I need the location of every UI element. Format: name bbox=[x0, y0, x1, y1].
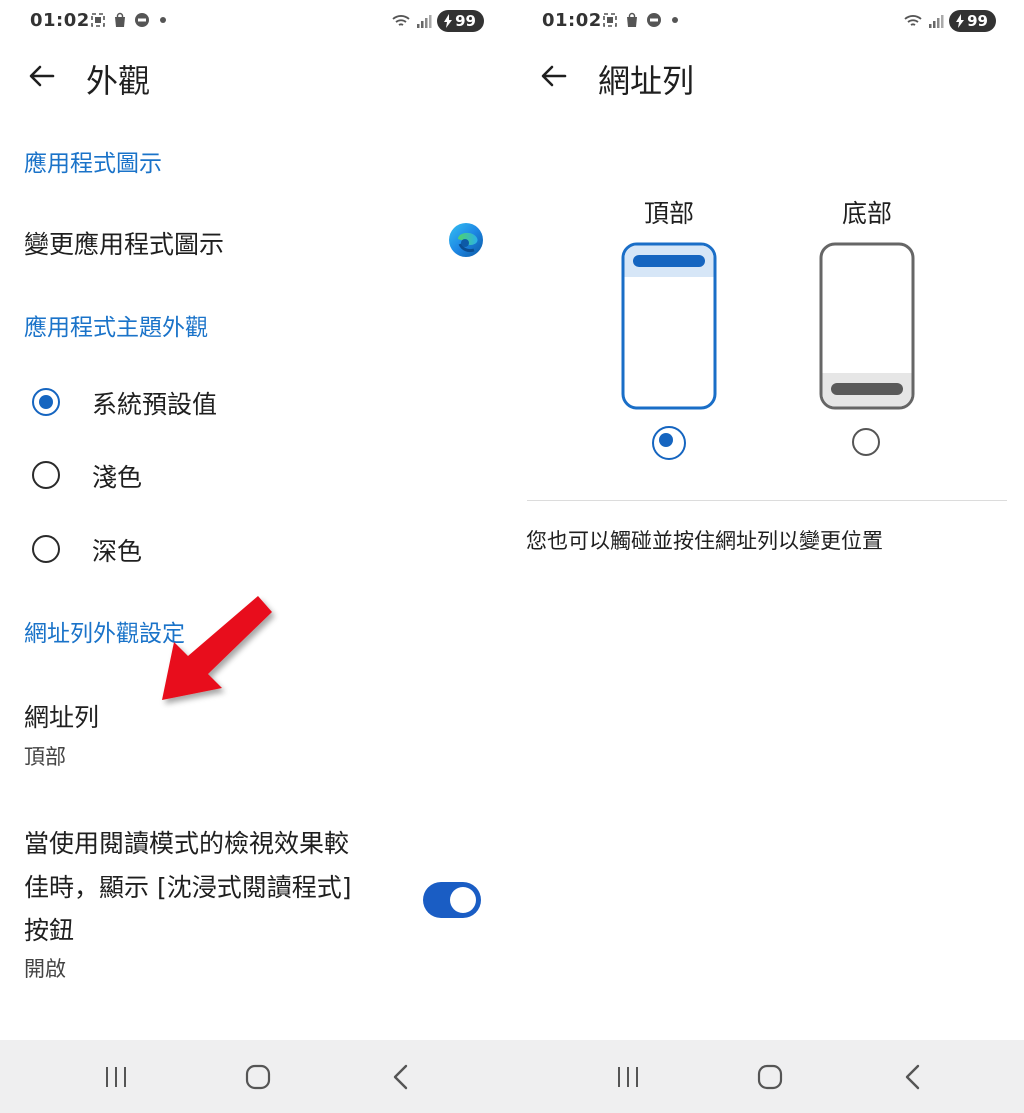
status-time: 01:02 bbox=[30, 10, 90, 31]
theme-option-system-default[interactable]: 系統預設值 bbox=[24, 377, 464, 427]
charging-icon bbox=[956, 14, 965, 28]
page-title: 外觀 bbox=[86, 62, 151, 100]
theme-option-dark[interactable]: 深色 bbox=[24, 524, 464, 574]
signal-icon bbox=[417, 15, 432, 28]
recent-apps-icon[interactable] bbox=[613, 1062, 643, 1092]
address-bar-setting-title: 網址列 bbox=[24, 703, 100, 732]
system-icons: 99 bbox=[391, 10, 484, 32]
theme-option-label: 淺色 bbox=[92, 463, 143, 492]
status-bar: 01:02 99 bbox=[0, 0, 512, 44]
nav-back-icon[interactable] bbox=[387, 1062, 417, 1092]
option-top-radio[interactable] bbox=[652, 426, 686, 460]
immersive-reader-line-2: 佳時，顯示 [沈浸式閱讀程式] bbox=[24, 873, 352, 902]
charging-icon bbox=[444, 14, 453, 28]
red-arrow-annotation bbox=[162, 596, 272, 700]
back-arrow-icon[interactable] bbox=[538, 60, 570, 92]
status-time: 01:02 bbox=[542, 10, 602, 31]
address-bar-bottom-illustration[interactable] bbox=[818, 241, 916, 411]
app-bar: 外觀 bbox=[0, 52, 512, 108]
screenshot-icon bbox=[91, 13, 105, 27]
toggle-knob bbox=[450, 887, 476, 913]
radio-button-checked[interactable] bbox=[32, 388, 60, 416]
battery-level: 99 bbox=[967, 12, 988, 30]
battery-indicator: 99 bbox=[949, 10, 996, 32]
battery-level: 99 bbox=[455, 12, 476, 30]
battery-indicator: 99 bbox=[437, 10, 484, 32]
recent-apps-icon[interactable] bbox=[101, 1062, 131, 1092]
change-app-icon-label: 變更應用程式圖示 bbox=[24, 230, 225, 259]
page-title: 網址列 bbox=[598, 62, 695, 100]
immersive-reader-toggle[interactable] bbox=[423, 882, 481, 918]
more-notifications-icon bbox=[160, 17, 166, 23]
shopping-bag-icon bbox=[627, 12, 637, 27]
home-icon[interactable] bbox=[243, 1062, 273, 1092]
navigation-bar bbox=[0, 1040, 512, 1113]
divider bbox=[527, 500, 1007, 501]
line-app-icon bbox=[135, 13, 149, 27]
theme-option-light[interactable]: 淺色 bbox=[24, 450, 464, 500]
address-bar-top-illustration[interactable] bbox=[620, 241, 718, 411]
hint-text: 您也可以觸碰並按住網址列以變更位置 bbox=[526, 529, 883, 553]
wifi-icon bbox=[904, 15, 922, 26]
theme-option-label: 深色 bbox=[92, 537, 143, 566]
section-header-app-icon: 應用程式圖示 bbox=[24, 151, 162, 177]
immersive-reader-line-3: 按鈕 bbox=[24, 916, 75, 945]
section-header-app-theme: 應用程式主題外觀 bbox=[24, 315, 208, 341]
line-app-icon bbox=[647, 13, 661, 27]
back-arrow-icon[interactable] bbox=[26, 60, 58, 92]
theme-option-label: 系統預設值 bbox=[92, 390, 218, 419]
shopping-bag-icon bbox=[115, 12, 125, 27]
option-bottom-radio[interactable] bbox=[852, 428, 880, 456]
home-icon[interactable] bbox=[755, 1062, 785, 1092]
notification-icons bbox=[90, 12, 166, 28]
address-bar-setting-value: 頂部 bbox=[24, 745, 66, 769]
wifi-icon bbox=[392, 15, 410, 26]
option-top-label: 頂部 bbox=[643, 199, 694, 228]
radio-button[interactable] bbox=[32, 535, 60, 563]
more-notifications-icon bbox=[672, 17, 678, 23]
nav-back-icon[interactable] bbox=[899, 1062, 929, 1092]
app-bar: 網址列 bbox=[512, 52, 1024, 108]
option-bottom-label: 底部 bbox=[841, 199, 892, 228]
screenshot-icon bbox=[603, 13, 617, 27]
address-bar-screen: 01:02 99 網址列 頂部 底部 您也可以觸碰並按住網址列以變更位置 bbox=[512, 0, 1024, 1113]
immersive-reader-value: 開啟 bbox=[24, 957, 66, 981]
appearance-screen: 01:02 99 外觀 應用程式圖示 變更應用程式圖示 應用程式主題外觀 系統預… bbox=[0, 0, 512, 1113]
navigation-bar bbox=[512, 1040, 1024, 1113]
radio-button[interactable] bbox=[32, 461, 60, 489]
signal-icon bbox=[929, 15, 944, 28]
status-bar: 01:02 99 bbox=[512, 0, 1024, 44]
immersive-reader-line-1: 當使用閱讀模式的檢視效果較 bbox=[24, 829, 350, 858]
system-icons: 99 bbox=[903, 10, 996, 32]
notification-icons bbox=[602, 12, 678, 28]
edge-logo-icon bbox=[449, 223, 483, 257]
